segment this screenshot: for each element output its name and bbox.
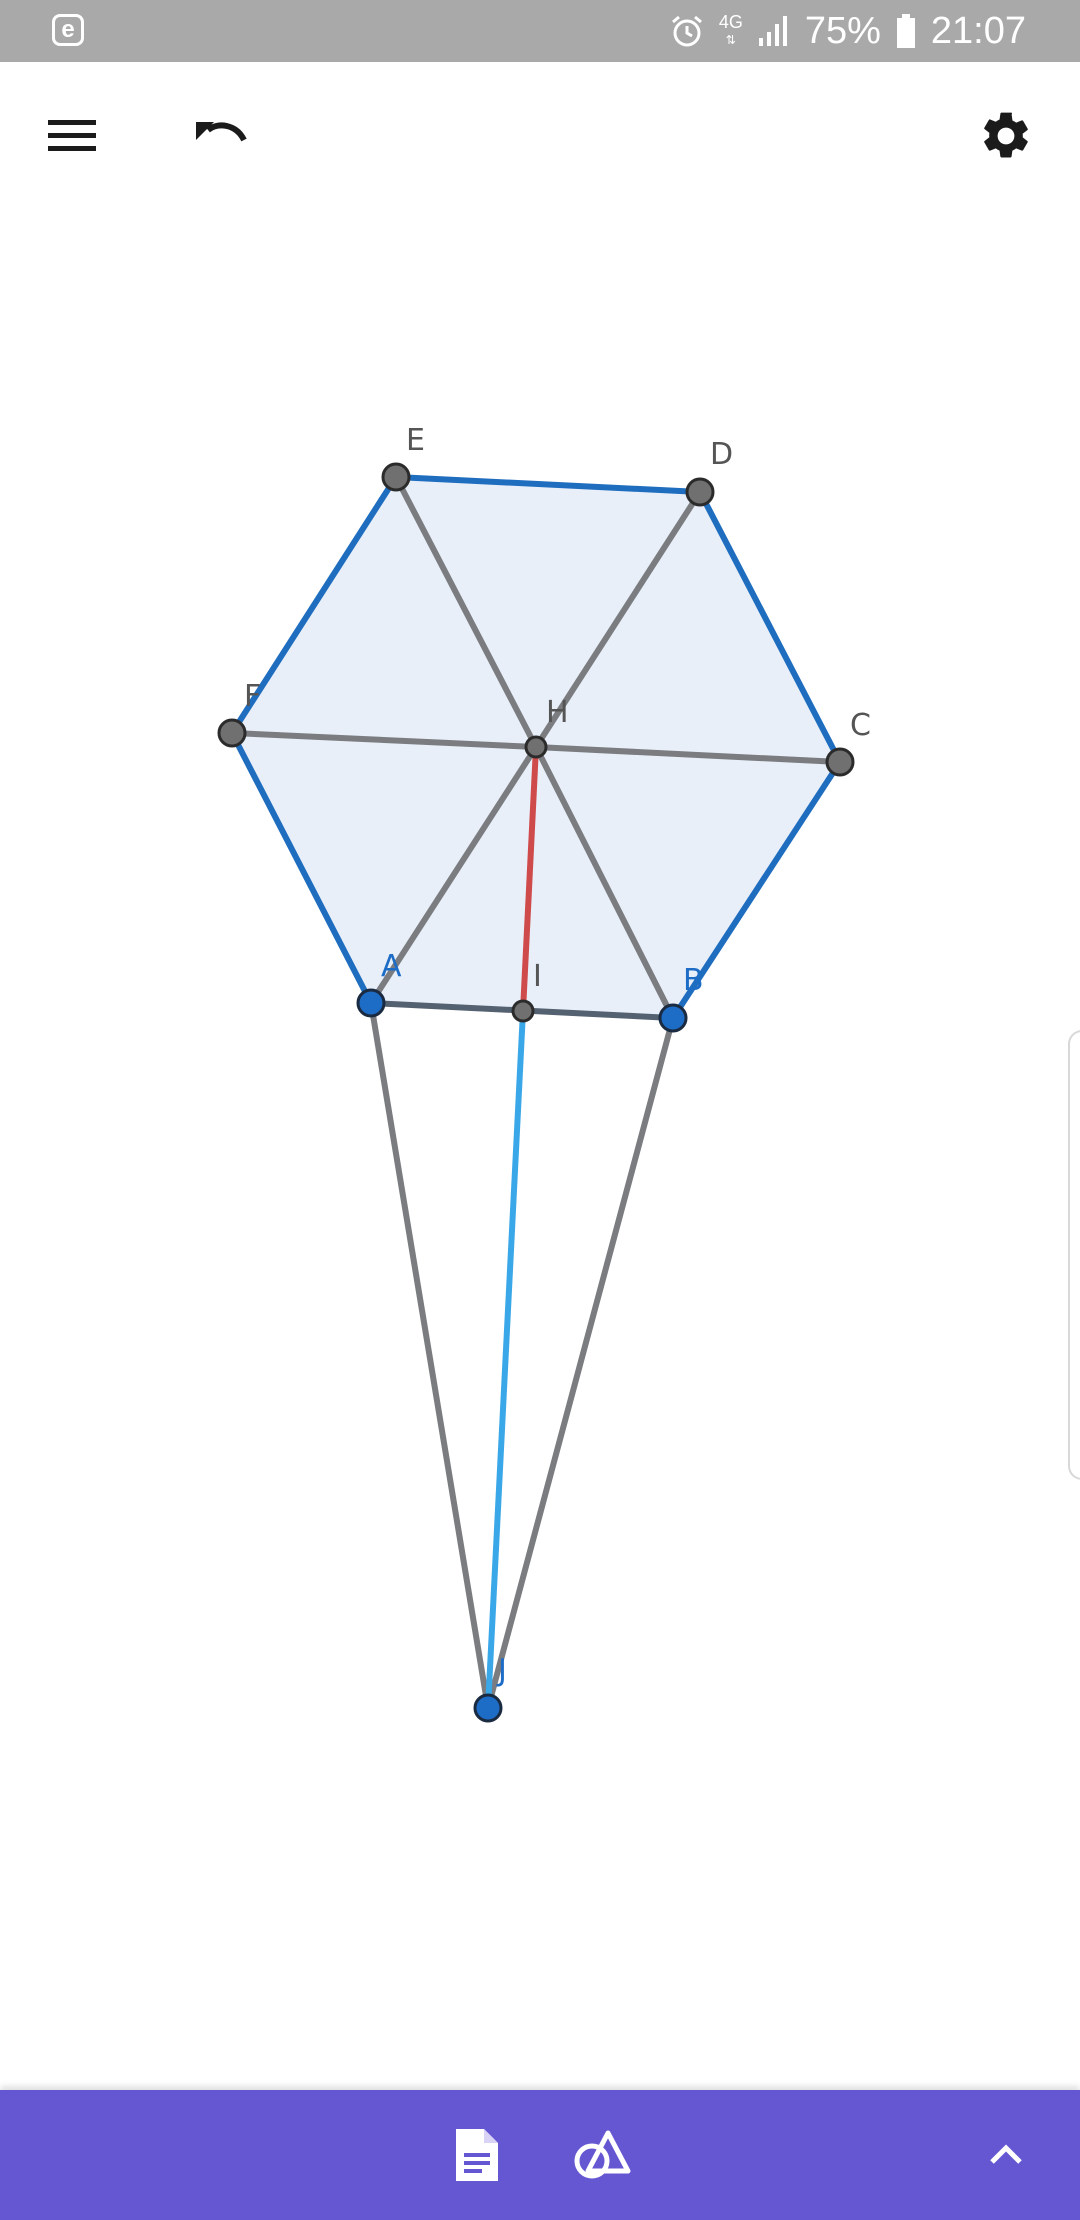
point-b[interactable]: [658, 1003, 688, 1033]
geometry-tools-icon: [574, 2130, 631, 2179]
label-b: B: [683, 963, 704, 998]
label-f: F: [244, 679, 261, 714]
point-f[interactable]: [217, 718, 247, 748]
label-e: E: [406, 423, 425, 458]
label-i: I: [533, 959, 542, 994]
point-j[interactable]: [473, 1693, 503, 1723]
bottom-bar: [0, 2090, 1080, 2220]
label-j: J: [496, 1653, 507, 1688]
geometry-canvas[interactable]: E D F C H I A B J: [0, 0, 1080, 2090]
chevron-up-icon: [990, 2144, 1022, 2164]
point-a[interactable]: [356, 988, 386, 1018]
document-icon: [456, 2129, 498, 2181]
expand-button[interactable]: [966, 2115, 1046, 2195]
label-d: D: [710, 437, 733, 472]
segment-a-j[interactable]: [368, 1002, 491, 1709]
label-c: C: [850, 708, 871, 743]
point-e[interactable]: [381, 462, 411, 492]
point-d[interactable]: [685, 477, 715, 507]
side-panel-tab[interactable]: [1068, 1030, 1080, 1480]
geometry-tools-button[interactable]: [562, 2115, 642, 2195]
point-h[interactable]: [524, 735, 548, 759]
document-button[interactable]: [437, 2115, 517, 2195]
label-h: H: [546, 695, 569, 730]
point-i[interactable]: [511, 999, 535, 1023]
label-a: A: [381, 949, 402, 984]
point-c[interactable]: [825, 747, 855, 777]
